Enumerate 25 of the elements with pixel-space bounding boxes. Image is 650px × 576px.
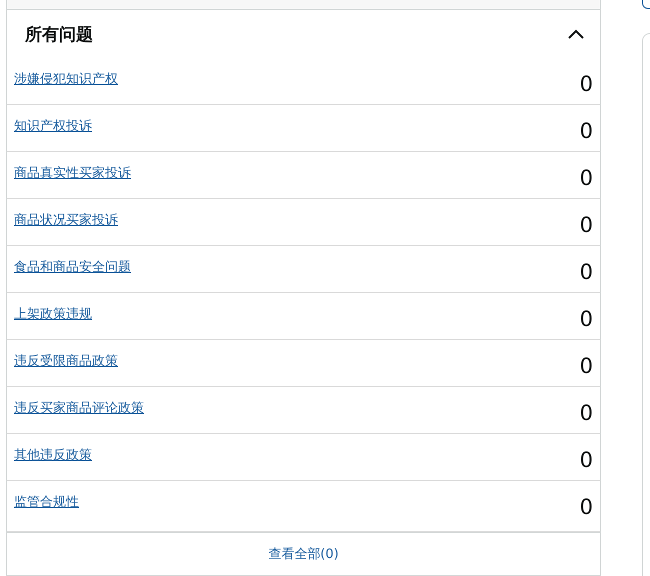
issue-count: 0	[580, 213, 593, 239]
issue-count: 0	[580, 260, 593, 286]
issue-count: 0	[580, 401, 593, 427]
input-field[interactable]	[642, 0, 650, 9]
issue-link[interactable]: 违反买家商品评论政策	[14, 399, 144, 433]
issue-count: 0	[580, 307, 593, 333]
issue-count: 0	[580, 448, 593, 474]
issue-link[interactable]: 上架政策违规	[14, 305, 92, 339]
issue-count: 0	[580, 354, 593, 380]
issue-link[interactable]: 违反受限商品政策	[14, 352, 118, 386]
collapse-button[interactable]	[566, 27, 586, 41]
section-title: 所有问题	[25, 24, 93, 46]
view-all-link[interactable]: 查看全部(0)	[268, 545, 339, 575]
issue-link[interactable]: 其他违反政策	[14, 446, 92, 480]
issue-link[interactable]: 监管合规性	[14, 493, 79, 531]
issue-count: 0	[580, 166, 593, 192]
issue-link[interactable]: 商品真实性买家投诉	[14, 164, 131, 198]
issue-link[interactable]: 食品和商品安全问题	[14, 258, 131, 292]
chevron-icon	[568, 29, 584, 39]
issue-link[interactable]: 涉嫌侵犯知识产权	[14, 70, 118, 104]
issue-count: 0	[580, 72, 593, 98]
issue-link[interactable]: 知识产权投诉	[14, 117, 92, 151]
issue-count: 0	[580, 119, 593, 145]
issue-count: 0	[580, 495, 593, 521]
issue-link[interactable]: 商品状况买家投诉	[14, 211, 118, 245]
